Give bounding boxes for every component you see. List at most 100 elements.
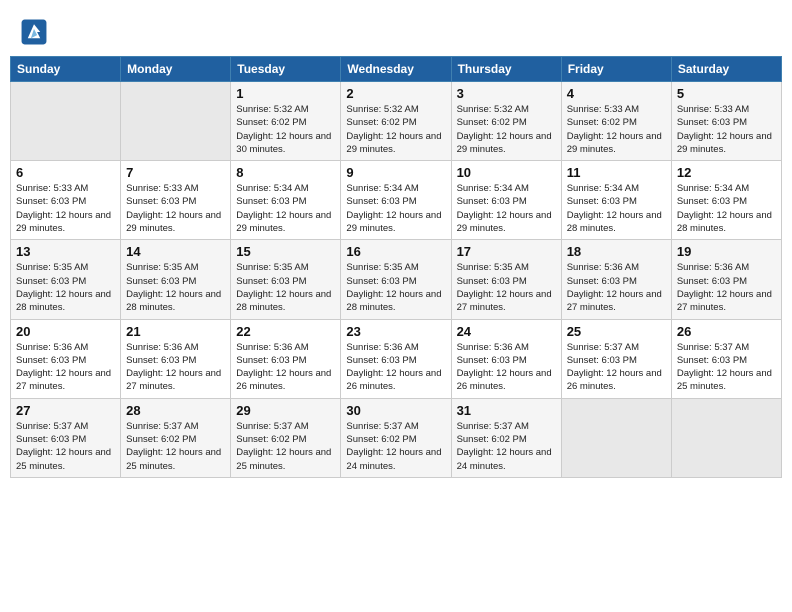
calendar-cell: 29 Sunrise: 5:37 AM Sunset: 6:02 PM Dayli… bbox=[231, 398, 341, 477]
calendar-cell: 25 Sunrise: 5:37 AM Sunset: 6:03 PM Dayli… bbox=[561, 319, 671, 398]
weekday-header: Wednesday bbox=[341, 57, 451, 82]
calendar-week-row: 13 Sunrise: 5:35 AM Sunset: 6:03 PM Dayli… bbox=[11, 240, 782, 319]
day-number: 6 bbox=[16, 165, 115, 180]
day-info: Sunrise: 5:36 AM Sunset: 6:03 PM Dayligh… bbox=[677, 261, 776, 314]
weekday-header-row: SundayMondayTuesdayWednesdayThursdayFrid… bbox=[11, 57, 782, 82]
calendar-cell: 26Sunrise: 5:37 AM Sunset: 6:03 PM Dayli… bbox=[671, 319, 781, 398]
logo-icon bbox=[20, 18, 48, 46]
calendar-cell: 24Sunrise: 5:36 AM Sunset: 6:03 PM Dayli… bbox=[451, 319, 561, 398]
calendar-cell: 18 Sunrise: 5:36 AM Sunset: 6:03 PM Dayli… bbox=[561, 240, 671, 319]
calendar-cell: 28 Sunrise: 5:37 AM Sunset: 6:02 PM Dayli… bbox=[121, 398, 231, 477]
day-number: 17 bbox=[457, 244, 556, 259]
day-info: Sunrise: 5:32 AM Sunset: 6:02 PM Dayligh… bbox=[457, 103, 556, 156]
day-info: Sunrise: 5:37 AM Sunset: 6:02 PM Dayligh… bbox=[346, 420, 445, 473]
day-info: Sunrise: 5:34 AM Sunset: 6:03 PM Dayligh… bbox=[677, 182, 776, 235]
day-number: 22 bbox=[236, 324, 335, 339]
day-number: 20 bbox=[16, 324, 115, 339]
calendar-cell: 10 Sunrise: 5:34 AM Sunset: 6:03 PM Dayli… bbox=[451, 161, 561, 240]
day-info: Sunrise: 5:32 AM Sunset: 6:02 PM Dayligh… bbox=[236, 103, 335, 156]
day-number: 12 bbox=[677, 165, 776, 180]
day-number: 2 bbox=[346, 86, 445, 101]
calendar-body: 1 Sunrise: 5:32 AM Sunset: 6:02 PM Daylig… bbox=[11, 82, 782, 478]
day-number: 14 bbox=[126, 244, 225, 259]
day-info: Sunrise: 5:32 AM Sunset: 6:02 PM Dayligh… bbox=[346, 103, 445, 156]
day-number: 16 bbox=[346, 244, 445, 259]
day-info: Sunrise: 5:36 AM Sunset: 6:03 PM Dayligh… bbox=[457, 341, 556, 394]
day-number: 5 bbox=[677, 86, 776, 101]
day-number: 8 bbox=[236, 165, 335, 180]
day-info: Sunrise: 5:33 AM Sunset: 6:03 PM Dayligh… bbox=[126, 182, 225, 235]
day-info: Sunrise: 5:37 AM Sunset: 6:03 PM Dayligh… bbox=[16, 420, 115, 473]
day-number: 28 bbox=[126, 403, 225, 418]
logo bbox=[20, 18, 52, 46]
day-number: 29 bbox=[236, 403, 335, 418]
weekday-header: Saturday bbox=[671, 57, 781, 82]
day-number: 10 bbox=[457, 165, 556, 180]
calendar-cell: 22Sunrise: 5:36 AM Sunset: 6:03 PM Dayli… bbox=[231, 319, 341, 398]
day-number: 31 bbox=[457, 403, 556, 418]
calendar-week-row: 27 Sunrise: 5:37 AM Sunset: 6:03 PM Dayli… bbox=[11, 398, 782, 477]
calendar-cell: 12 Sunrise: 5:34 AM Sunset: 6:03 PM Dayli… bbox=[671, 161, 781, 240]
calendar-table: SundayMondayTuesdayWednesdayThursdayFrid… bbox=[10, 56, 782, 478]
calendar-week-row: 20 Sunrise: 5:36 AM Sunset: 6:03 PM Dayli… bbox=[11, 319, 782, 398]
day-info: Sunrise: 5:36 AM Sunset: 6:03 PM Dayligh… bbox=[567, 261, 666, 314]
calendar-cell: 17 Sunrise: 5:35 AM Sunset: 6:03 PM Dayli… bbox=[451, 240, 561, 319]
calendar-cell: 5Sunrise: 5:33 AM Sunset: 6:03 PM Daylig… bbox=[671, 82, 781, 161]
calendar-cell: 13Sunrise: 5:35 AM Sunset: 6:03 PM Dayli… bbox=[11, 240, 121, 319]
calendar-header: SundayMondayTuesdayWednesdayThursdayFrid… bbox=[11, 57, 782, 82]
calendar-cell: 23 Sunrise: 5:36 AM Sunset: 6:03 PM Dayli… bbox=[341, 319, 451, 398]
calendar-cell bbox=[121, 82, 231, 161]
calendar-cell: 7 Sunrise: 5:33 AM Sunset: 6:03 PM Daylig… bbox=[121, 161, 231, 240]
calendar-cell bbox=[671, 398, 781, 477]
day-info: Sunrise: 5:35 AM Sunset: 6:03 PM Dayligh… bbox=[346, 261, 445, 314]
calendar-cell bbox=[11, 82, 121, 161]
day-number: 21 bbox=[126, 324, 225, 339]
calendar-cell: 4 Sunrise: 5:33 AM Sunset: 6:02 PM Daylig… bbox=[561, 82, 671, 161]
day-info: Sunrise: 5:33 AM Sunset: 6:03 PM Dayligh… bbox=[16, 182, 115, 235]
day-number: 18 bbox=[567, 244, 666, 259]
day-info: Sunrise: 5:37 AM Sunset: 6:02 PM Dayligh… bbox=[236, 420, 335, 473]
day-info: Sunrise: 5:34 AM Sunset: 6:03 PM Dayligh… bbox=[346, 182, 445, 235]
day-info: Sunrise: 5:36 AM Sunset: 6:03 PM Dayligh… bbox=[126, 341, 225, 394]
calendar-cell: 6 Sunrise: 5:33 AM Sunset: 6:03 PM Daylig… bbox=[11, 161, 121, 240]
day-number: 3 bbox=[457, 86, 556, 101]
calendar-cell: 8 Sunrise: 5:34 AM Sunset: 6:03 PM Daylig… bbox=[231, 161, 341, 240]
day-number: 27 bbox=[16, 403, 115, 418]
day-info: Sunrise: 5:34 AM Sunset: 6:03 PM Dayligh… bbox=[457, 182, 556, 235]
calendar-week-row: 1 Sunrise: 5:32 AM Sunset: 6:02 PM Daylig… bbox=[11, 82, 782, 161]
day-number: 13 bbox=[16, 244, 115, 259]
calendar-cell: 1 Sunrise: 5:32 AM Sunset: 6:02 PM Daylig… bbox=[231, 82, 341, 161]
calendar-cell: 16 Sunrise: 5:35 AM Sunset: 6:03 PM Dayli… bbox=[341, 240, 451, 319]
day-number: 25 bbox=[567, 324, 666, 339]
day-info: Sunrise: 5:34 AM Sunset: 6:03 PM Dayligh… bbox=[236, 182, 335, 235]
calendar-cell: 19 Sunrise: 5:36 AM Sunset: 6:03 PM Dayli… bbox=[671, 240, 781, 319]
calendar-cell: 9 Sunrise: 5:34 AM Sunset: 6:03 PM Daylig… bbox=[341, 161, 451, 240]
day-info: Sunrise: 5:33 AM Sunset: 6:02 PM Dayligh… bbox=[567, 103, 666, 156]
day-number: 1 bbox=[236, 86, 335, 101]
calendar-cell: 11Sunrise: 5:34 AM Sunset: 6:03 PM Dayli… bbox=[561, 161, 671, 240]
weekday-header: Friday bbox=[561, 57, 671, 82]
day-number: 30 bbox=[346, 403, 445, 418]
day-info: Sunrise: 5:37 AM Sunset: 6:02 PM Dayligh… bbox=[126, 420, 225, 473]
calendar-cell bbox=[561, 398, 671, 477]
calendar-cell: 2 Sunrise: 5:32 AM Sunset: 6:02 PM Daylig… bbox=[341, 82, 451, 161]
day-info: Sunrise: 5:37 AM Sunset: 6:03 PM Dayligh… bbox=[567, 341, 666, 394]
weekday-header: Monday bbox=[121, 57, 231, 82]
calendar-cell: 3 Sunrise: 5:32 AM Sunset: 6:02 PM Daylig… bbox=[451, 82, 561, 161]
day-number: 23 bbox=[346, 324, 445, 339]
day-info: Sunrise: 5:35 AM Sunset: 6:03 PM Dayligh… bbox=[126, 261, 225, 314]
weekday-header: Thursday bbox=[451, 57, 561, 82]
day-number: 19 bbox=[677, 244, 776, 259]
day-info: Sunrise: 5:34 AM Sunset: 6:03 PM Dayligh… bbox=[567, 182, 666, 235]
day-number: 15 bbox=[236, 244, 335, 259]
calendar-week-row: 6 Sunrise: 5:33 AM Sunset: 6:03 PM Daylig… bbox=[11, 161, 782, 240]
day-info: Sunrise: 5:35 AM Sunset: 6:03 PM Dayligh… bbox=[457, 261, 556, 314]
calendar-cell: 31Sunrise: 5:37 AM Sunset: 6:02 PM Dayli… bbox=[451, 398, 561, 477]
calendar-cell: 20Sunrise: 5:36 AM Sunset: 6:03 PM Dayli… bbox=[11, 319, 121, 398]
day-number: 7 bbox=[126, 165, 225, 180]
day-number: 9 bbox=[346, 165, 445, 180]
calendar-cell: 27 Sunrise: 5:37 AM Sunset: 6:03 PM Dayli… bbox=[11, 398, 121, 477]
weekday-header: Sunday bbox=[11, 57, 121, 82]
day-number: 4 bbox=[567, 86, 666, 101]
day-info: Sunrise: 5:36 AM Sunset: 6:03 PM Dayligh… bbox=[346, 341, 445, 394]
